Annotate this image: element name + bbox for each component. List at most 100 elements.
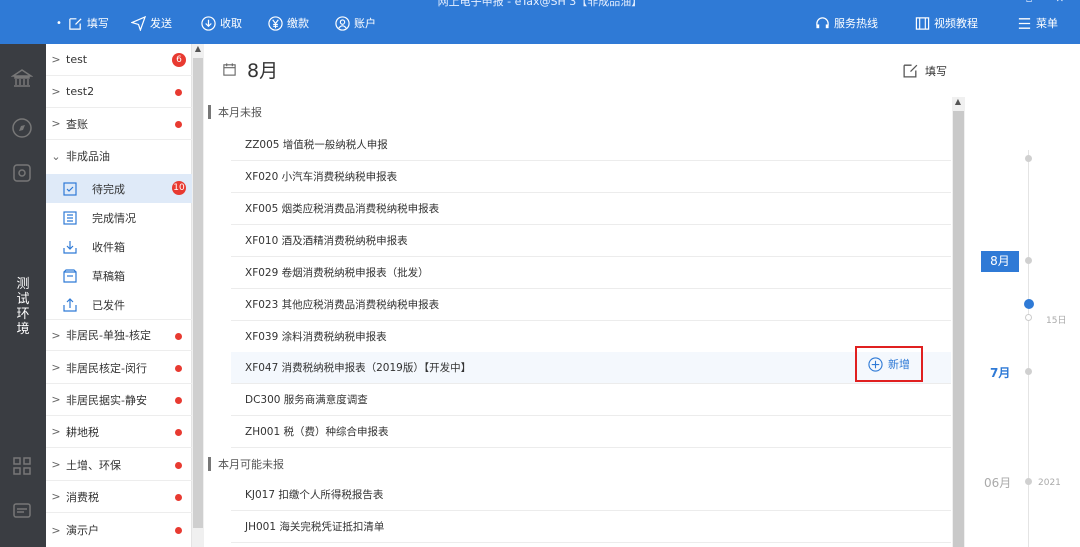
chevron-right-icon: > bbox=[51, 85, 61, 98]
chevron-right-icon: > bbox=[51, 53, 61, 66]
timeline-month-current[interactable]: 8月 bbox=[981, 251, 1019, 272]
sidebar-group-non-oil[interactable]: ⌄ 非成品油 bbox=[46, 140, 192, 172]
environment-label: 测 试 环 境 bbox=[16, 277, 30, 337]
timeline-dot bbox=[1025, 478, 1032, 485]
sidebar-item-label: 收件箱 bbox=[92, 240, 125, 254]
timeline-current-marker bbox=[1024, 299, 1034, 309]
add-new-button[interactable]: 新增 bbox=[855, 346, 923, 382]
list-item[interactable]: XF039 涂料消费税纳税申报表 bbox=[231, 321, 951, 353]
check-clipboard-icon bbox=[63, 181, 77, 196]
fill-button-label: 填写 bbox=[925, 64, 947, 78]
section-title: 本月可能未报 bbox=[218, 458, 284, 471]
window-title: 网上电子申报 - eTax@SH 3【非成品油】 bbox=[437, 0, 643, 8]
menu-button[interactable]: 菜单 bbox=[1017, 14, 1058, 32]
video-tutorial-button[interactable]: 视频教程 bbox=[915, 14, 978, 32]
alert-dot bbox=[175, 494, 182, 501]
sidebar-group-demo[interactable]: > 演示户 bbox=[46, 514, 192, 546]
compass-icon[interactable] bbox=[11, 117, 33, 139]
edit-icon bbox=[903, 64, 918, 78]
toolbar-pay-button[interactable]: 缴款 bbox=[268, 14, 309, 32]
sidebar-group-test2[interactable]: > test2 bbox=[46, 76, 192, 108]
list-item[interactable]: XF023 其他应税消费品消费税纳税申报表 bbox=[231, 289, 951, 321]
list-item[interactable]: KJ017 扣缴个人所得税报告表 bbox=[231, 479, 951, 511]
headset-icon bbox=[816, 16, 829, 28]
list-item-label: XF029 卷烟消费税纳税申报表（批发） bbox=[245, 267, 429, 279]
chevron-right-icon: > bbox=[51, 117, 61, 130]
sidebar-item-drafts[interactable]: 草稿箱 bbox=[46, 261, 192, 290]
toolbar-account-button[interactable]: 账户 bbox=[335, 14, 376, 32]
list-item[interactable]: ZH001 税（费）种综合申报表 bbox=[231, 416, 951, 448]
draft-icon bbox=[63, 268, 77, 283]
service-hotline-button[interactable]: 服务热线 bbox=[815, 14, 878, 32]
count-badge: 6 bbox=[172, 53, 186, 67]
timeline-dot bbox=[1025, 257, 1032, 264]
sidebar-group-label: 消费税 bbox=[66, 490, 99, 504]
chevron-right-icon: > bbox=[51, 458, 61, 471]
section-unreported-header: 本月未报 bbox=[208, 103, 262, 121]
scroll-up-arrow-icon[interactable]: ▲ bbox=[192, 44, 204, 56]
sidebar-group-land-env[interactable]: > 土增、环保 bbox=[46, 449, 192, 481]
sidebar-group-nonresident-single[interactable]: > 非居民-单独-核定 bbox=[46, 319, 192, 351]
timeline-axis bbox=[1028, 150, 1029, 547]
alert-dot bbox=[175, 365, 182, 372]
section-title: 本月未报 bbox=[218, 106, 262, 119]
sidebar-group-label: test2 bbox=[66, 85, 95, 98]
sidebar-item-completion[interactable]: 完成情况 bbox=[46, 203, 192, 232]
sidebar-item-label: 待完成 bbox=[92, 182, 125, 196]
sidebar-item-label: 完成情况 bbox=[92, 211, 136, 225]
toolbar-receive-button[interactable]: 收取 bbox=[201, 14, 242, 32]
scrollbar-thumb[interactable] bbox=[953, 111, 964, 547]
list-item[interactable]: XF020 小汽车消费税纳税申报表 bbox=[231, 161, 951, 193]
sidebar-group-nonresident-jingan[interactable]: > 非居民据实-静安 bbox=[46, 384, 192, 416]
sidebar-item-inbox[interactable]: 收件箱 bbox=[46, 232, 192, 261]
timeline-month-prev[interactable]: 7月 bbox=[990, 364, 1010, 381]
section-marker bbox=[208, 105, 211, 119]
sidebar-item-sent[interactable]: 已发件 bbox=[46, 290, 192, 319]
scrollbar-thumb[interactable] bbox=[193, 58, 203, 528]
sidebar-group-farmland-tax[interactable]: > 耕地税 bbox=[46, 416, 192, 448]
sidebar-item-label: 已发件 bbox=[92, 298, 125, 312]
grid-icon[interactable] bbox=[11, 455, 33, 477]
fill-button[interactable]: 填写 bbox=[902, 62, 947, 79]
menu-icon bbox=[1018, 17, 1031, 29]
sidebar-item-pending[interactable]: 待完成 10 bbox=[46, 174, 192, 203]
mail-icon[interactable] bbox=[11, 162, 33, 184]
chevron-down-icon: ⌄ bbox=[51, 149, 61, 163]
list-item[interactable]: DC300 服务商满意度调查 bbox=[231, 384, 951, 416]
list-item[interactable]: XF029 卷烟消费税纳税申报表（批发） bbox=[231, 257, 951, 289]
sidebar-group-test[interactable]: > test 6 bbox=[46, 44, 192, 76]
list-item-label: JH001 海关完税凭证抵扣清单 bbox=[245, 521, 385, 533]
alert-dot bbox=[175, 527, 182, 534]
alert-dot bbox=[175, 121, 182, 128]
toolbar-send-button[interactable]: 发送 bbox=[131, 14, 172, 32]
sidebar-group-label: 非居民据实-静安 bbox=[66, 393, 147, 407]
main-scrollbar[interactable]: ▲ bbox=[952, 97, 965, 547]
list-item[interactable]: XF047 消费税纳税申报表（2019版）【开发中】 bbox=[231, 352, 951, 384]
list-item[interactable]: XF010 酒及酒精消费税纳税申报表 bbox=[231, 225, 951, 257]
sidebar-group-label: 非成品油 bbox=[66, 150, 110, 163]
sidebar-scrollbar[interactable]: ▲ bbox=[192, 44, 204, 547]
chevron-right-icon: > bbox=[51, 393, 61, 406]
sidebar-group-nonresident-minhang[interactable]: > 非居民核定-闵行 bbox=[46, 352, 192, 384]
list-item-label: ZZ005 增值税一般纳税人申报 bbox=[245, 139, 388, 151]
message-icon[interactable] bbox=[11, 500, 33, 522]
window-controls[interactable]: — ▫ ✕ bbox=[992, 0, 1074, 5]
chevron-right-icon: > bbox=[51, 328, 61, 342]
list-item[interactable]: ZZ005 增值税一般纳税人申报 bbox=[231, 129, 951, 161]
bank-icon[interactable] bbox=[11, 67, 33, 89]
count-badge: 10 bbox=[172, 181, 186, 195]
list-item-label: XF023 其他应税消费品消费税纳税申报表 bbox=[245, 299, 440, 311]
top-toolbar: 网上电子申报 - eTax@SH 3【非成品油】 — ▫ ✕ • 填写 发送 收… bbox=[0, 0, 1080, 44]
list-item[interactable]: JH001 海关完税凭证抵扣清单 bbox=[231, 511, 951, 543]
list-item-label: XF010 酒及酒精消费税纳税申报表 bbox=[245, 235, 408, 247]
sidebar-group-consumption-tax[interactable]: > 消费税 bbox=[46, 481, 192, 513]
sidebar-group-audit[interactable]: > 查账 bbox=[46, 108, 192, 140]
scroll-up-arrow-icon[interactable]: ▲ bbox=[952, 97, 964, 109]
plus-circle-icon bbox=[868, 356, 883, 372]
timeline-dot bbox=[1025, 155, 1032, 162]
inbox-icon bbox=[63, 240, 77, 254]
timeline-month-older[interactable]: 06月 bbox=[984, 474, 1011, 491]
toolbar-fill-button[interactable]: • 填写 bbox=[56, 14, 109, 32]
list-item[interactable]: XF005 烟类应税消费品消费税纳税申报表 bbox=[231, 193, 951, 225]
sidebar-group-label: 演示户 bbox=[66, 524, 99, 537]
